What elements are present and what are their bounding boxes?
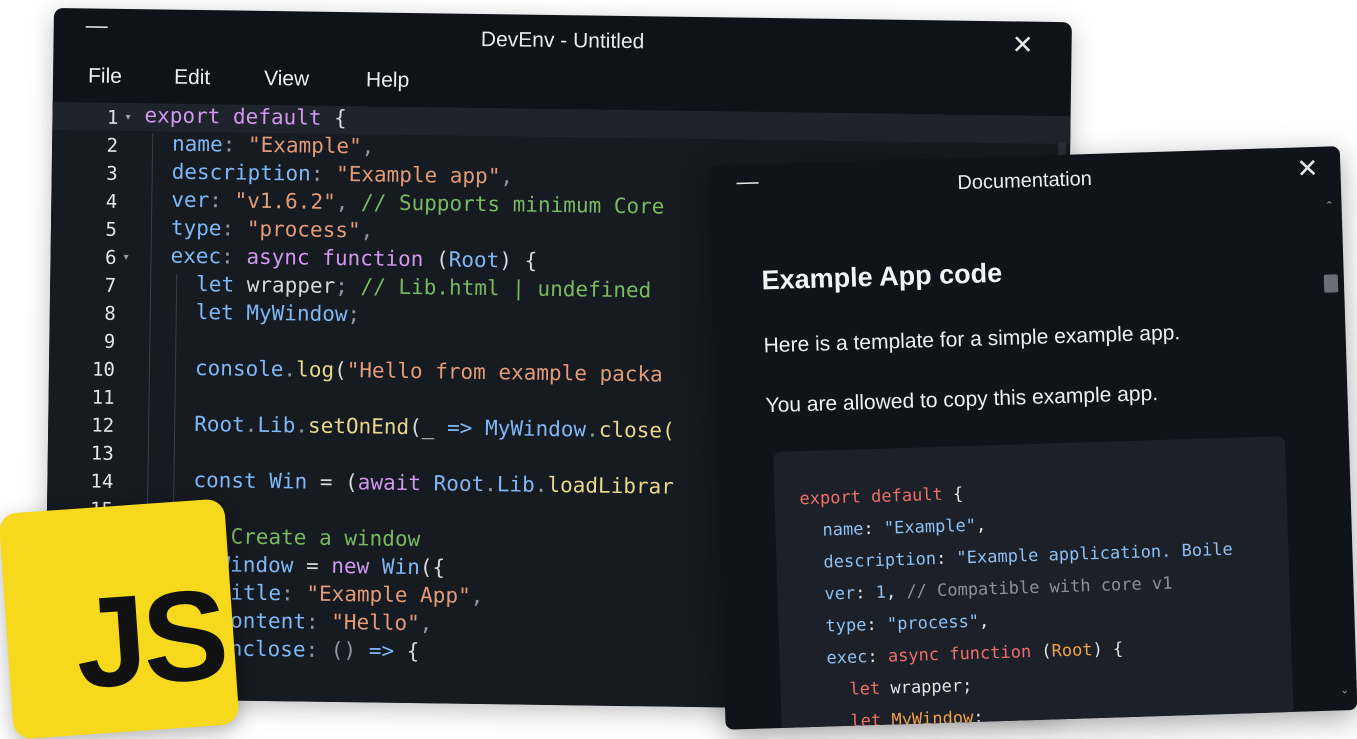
line-number: 10 <box>91 358 116 381</box>
line-number: 6 <box>104 246 117 269</box>
line-number: 3 <box>106 162 118 185</box>
code-line: export default { <box>144 103 347 131</box>
code-line: description: "Example app", <box>171 159 514 189</box>
code-line: exec: async function (Root) { <box>826 639 1124 669</box>
line-number: 11 <box>91 386 115 409</box>
code-line: name: "Example", <box>171 131 375 159</box>
logo-text: JS <box>70 562 229 716</box>
line-number: 5 <box>105 218 118 241</box>
scroll-down-icon[interactable]: ⌄ <box>1340 685 1349 696</box>
doc-paragraph: Here is a template for a simple example … <box>763 321 1181 358</box>
line-number: 1 <box>106 106 119 129</box>
line-number: 8 <box>104 302 116 325</box>
line-number: 2 <box>106 134 119 157</box>
scroll-up-icon[interactable]: ⌃ <box>1325 200 1334 211</box>
code-line: onclose: () => { <box>216 636 420 664</box>
code-line: type: "process", <box>825 611 990 637</box>
menu-edit[interactable]: Edit <box>174 66 211 91</box>
code-line: const Win = (await Root.Lib.loadLibrar <box>193 467 675 499</box>
fold-arrow-icon[interactable]: ▾ <box>123 252 128 263</box>
code-line: MyWindow = new Win({ <box>192 551 446 580</box>
code-line: type: "process", <box>170 215 374 243</box>
code-line: ver: 1, // Compatible with core v1 <box>824 573 1173 605</box>
line-number: 7 <box>104 274 117 297</box>
code-line: let MyWindow; <box>195 300 361 327</box>
line-number: 4 <box>105 190 118 213</box>
doc-heading: Example App code <box>761 257 1003 296</box>
code-line: description: "Example application. Boile <box>823 539 1234 573</box>
code-line: console.log("Hello from example packa <box>194 356 663 387</box>
doc-scrollbar-thumb[interactable] <box>1323 274 1339 293</box>
code-line: export default { <box>799 484 964 510</box>
code-line: Root.Lib.setOnEnd(_ => MyWindow.close( <box>194 411 675 443</box>
menu-file[interactable]: File <box>88 64 122 88</box>
doc-paragraph: You are allowed to copy this example app… <box>765 381 1159 418</box>
line-number: 14 <box>90 470 114 493</box>
code-line: content: "Hello", <box>217 608 433 636</box>
doc-code-block: export default { name: "Example", descri… <box>773 436 1295 730</box>
code-line: ver: "v1.6.2", // Supports minimum Core <box>171 187 665 219</box>
fold-arrow-icon[interactable]: ▾ <box>125 112 130 123</box>
code-line: let wrapper; // Lib.html | undefined <box>195 272 652 303</box>
close-icon[interactable]: ✕ <box>1012 29 1034 60</box>
line-number: 13 <box>90 442 114 465</box>
code-line: name: "Example", <box>822 515 987 541</box>
line-number: 12 <box>91 414 115 437</box>
line-number: 9 <box>103 330 116 353</box>
close-icon[interactable]: ✕ <box>1296 153 1319 185</box>
code-line: let wrapper; <box>849 675 973 700</box>
window-title: DevEnv - Untitled <box>480 27 645 54</box>
code-line: let MyWindow; <box>850 707 984 730</box>
menu-view[interactable]: View <box>264 67 309 92</box>
code-line: exec: async function (Root) { <box>170 243 538 273</box>
javascript-logo: JS <box>0 498 240 739</box>
code-line: title: "Example App", <box>217 580 484 609</box>
documentation-content: Example App code Here is a template for … <box>709 192 1357 730</box>
menu-help[interactable]: Help <box>366 68 410 93</box>
documentation-window: — Documentation ✕ Example App code Here … <box>708 146 1357 730</box>
